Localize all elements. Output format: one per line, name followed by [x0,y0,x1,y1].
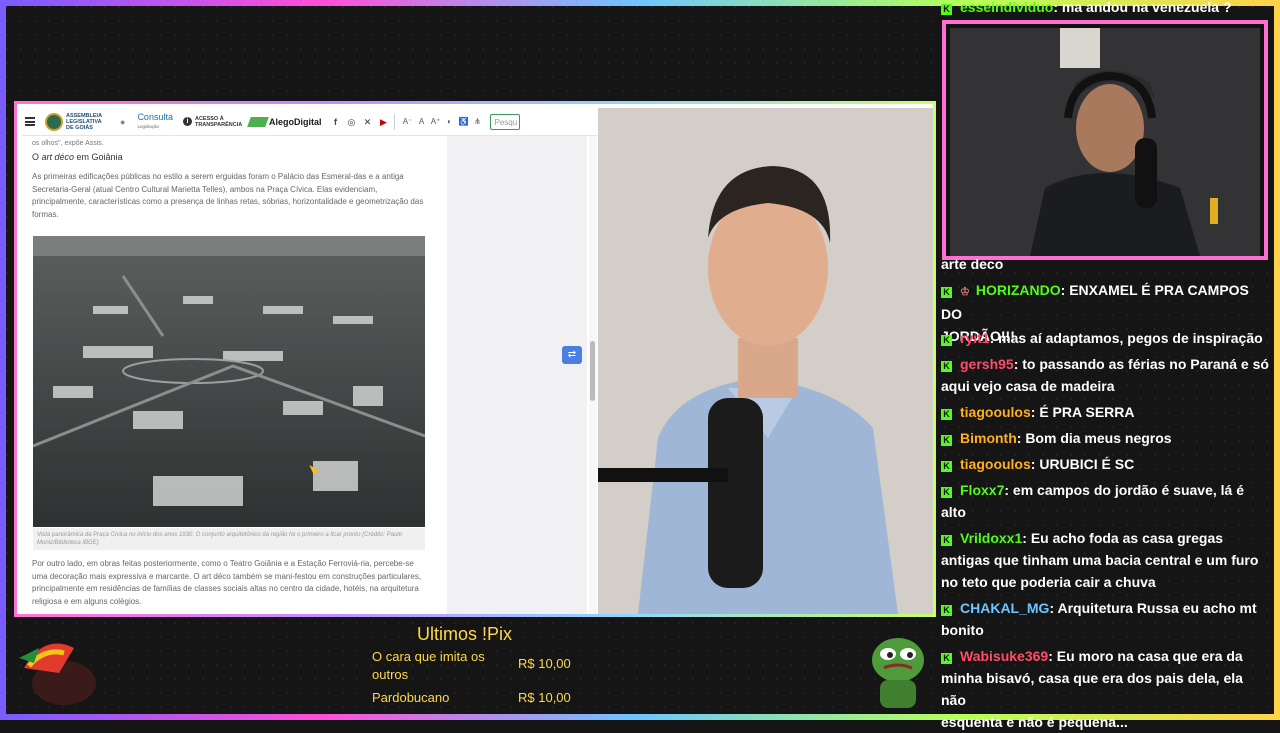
kick-badge-icon: K [941,287,952,298]
pix-name-1: O cara que imita os outros [372,649,485,682]
chat-message: Ktiagooulos: URUBICI É SC [941,453,1271,475]
chat-message: Kesseindividuo: ma andou na venezuela ? [941,0,1271,18]
x-icon[interactable]: ✕ [361,116,373,128]
kick-badge-icon: K [941,461,952,472]
logo-text: ASSEMBLEIA LEGISLATIVA DE GOIÁS [66,112,102,131]
streamer-webcam [950,28,1260,256]
browser-window: ASSEMBLEIA LEGISLATIVA DE GOIÁS ● Consul… [22,108,597,614]
kick-badge-icon: K [941,361,952,372]
kick-badge-icon: K [941,487,952,498]
alego-digital-link[interactable]: AlegoDigital [247,116,322,127]
transparencia-label: ACESSO À TRANSPARÊNCIA [194,115,243,128]
divider [394,113,396,130]
contrast-icon[interactable]: ◐ [442,117,456,126]
alego-logo-icon [247,116,269,127]
alego-label: AlegoDigital [268,116,322,127]
guest-video [598,108,933,614]
scrollbar[interactable] [589,136,597,614]
chat-message: Kryit1: mas aí adaptamos, pegos de inspi… [941,327,1271,349]
kick-badge-icon: K [941,435,952,446]
main-stage: ASSEMBLEIA LEGISLATIVA DE GOIÁS ● Consul… [14,101,936,617]
font-increase-icon[interactable]: A⁺ [428,117,442,126]
instagram-icon[interactable]: ◎ [345,116,357,128]
chat-message: K Floxx7: em campos do jordão é suave, lá… [941,482,1244,520]
youtube-icon[interactable]: ▶ [377,116,389,128]
font-decrease-icon[interactable]: A⁻ [400,117,414,126]
kick-badge-icon: K [941,335,952,346]
font-reset-icon[interactable]: A [414,117,428,126]
article-snippet: os olhos", expõe Assis. [32,140,104,146]
accessibility-icon[interactable]: ♿ [456,117,470,126]
chat-message: Ktiagooulos: É PRA SERRA [941,401,1271,423]
article-photo [33,236,425,527]
pix-name-2: Pardobucano [372,690,450,705]
pepe-emote-icon [866,632,930,710]
kick-badge-icon: K [941,605,952,616]
site-header: ASSEMBLEIA LEGISLATIVA DE GOIÁS ● Consul… [22,108,597,136]
chat-message: K Vrildoxx1: Eu acho foda as casa gregas a… [941,530,1259,590]
sidebar-panel [447,136,587,614]
translate-icon[interactable]: ⇄ [562,346,582,364]
chat-message: Kgersh95: to passando as férias no Paran… [941,356,1269,394]
site-logo[interactable]: ASSEMBLEIA LEGISLATIVA DE GOIÁS [45,112,106,131]
article-body: os olhos", expõe Assis. O art déco em Go… [32,138,427,221]
transparencia-link[interactable]: i ACESSO À TRANSPARÊNCIA [182,115,243,128]
kick-badge-icon: K [941,409,952,420]
chat-message: arte deco [941,256,1004,272]
mascot-sticker-icon [14,628,104,708]
pix-title: Ultimos !Pix [417,624,513,644]
kick-badge-icon: K [941,535,952,546]
pix-amount-1: R$ 10,00 [518,656,571,671]
pix-amount-2: R$ 10,00 [518,690,571,705]
kick-badge-icon: K [941,4,952,15]
consulta-link[interactable]: Consulta Legislação [137,111,173,131]
photo-caption: Vista panorâmica da Praça Cívica no iníc… [33,528,425,550]
menu-icon[interactable] [25,117,35,126]
info-icon: i [182,117,192,126]
streamer-webcam-frame [942,20,1268,260]
chat-message: K CHAKAL_MG: Arquitetura Russa eu acho mt… [941,600,1257,638]
chat-message: K Bimonth: Bom dia meus negros [941,427,1271,449]
consulta-label: Consulta [137,111,173,122]
facebook-icon[interactable]: f [329,116,341,128]
consulta-sub: Legislação [137,123,159,129]
kick-badge-icon: K [941,653,952,664]
article-heading: O art déco em Goiânia [32,152,123,162]
search-input[interactable]: Pesqu [490,113,521,130]
sub-badge-icon: ♔ [960,286,970,298]
scrollbar-thumb[interactable] [590,341,595,401]
settings-icon[interactable]: ● [120,117,125,127]
article-paragraph-2: Por outro lado, em obras feitas posterio… [32,559,422,606]
article-paragraph-1: As primeiras edificações públicas no est… [32,172,424,219]
seal-icon [45,112,63,131]
sitemap-icon[interactable]: ⋔ [470,117,484,126]
